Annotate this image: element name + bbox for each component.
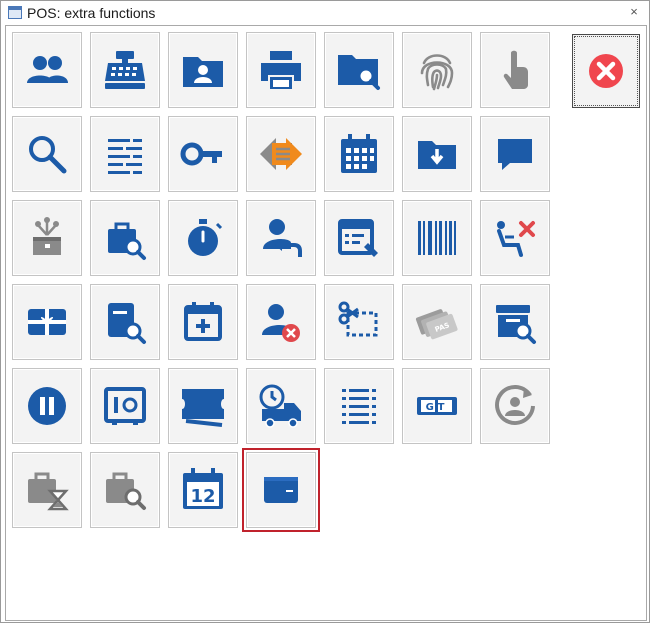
calendar-day-label: 12	[190, 486, 215, 507]
window-title: POS: extra functions	[27, 5, 156, 21]
safe-button[interactable]	[90, 368, 160, 444]
title-bar: POS: extra functions ×	[1, 1, 649, 25]
bag-search-gray-button[interactable]	[90, 452, 160, 528]
printer-icon	[261, 51, 301, 89]
pos-extra-functions-window: POS: extra functions × PAS GT 12	[0, 0, 650, 623]
key-button[interactable]	[168, 116, 238, 192]
archive-search-button[interactable]	[480, 284, 550, 360]
archive-search-icon	[496, 305, 536, 344]
stopwatch-icon	[188, 219, 223, 256]
close-circle-icon	[589, 54, 623, 88]
cash-register-button[interactable]	[90, 32, 160, 108]
user-refresh-icon	[495, 385, 535, 425]
user-remove-button[interactable]	[246, 284, 316, 360]
bag-hourglass-icon	[28, 472, 69, 511]
pause-button[interactable]	[12, 368, 82, 444]
safe-icon	[104, 387, 146, 425]
pause-icon	[28, 387, 66, 425]
calendar-add-icon	[184, 302, 222, 341]
exit-button[interactable]	[572, 34, 640, 108]
functions-panel: PAS GT 12	[5, 25, 647, 621]
delivery-truck-button[interactable]	[246, 368, 316, 444]
search-button[interactable]	[12, 116, 82, 192]
calendar-day-icon: 12	[183, 468, 223, 509]
barcode-button[interactable]	[402, 200, 472, 276]
seat-cancel-button[interactable]	[480, 200, 550, 276]
exchange-arrows-button[interactable]	[246, 116, 316, 192]
customer-folder-button[interactable]	[168, 32, 238, 108]
gift-card-button[interactable]	[12, 284, 82, 360]
wallet-button[interactable]	[242, 448, 320, 532]
ticket-icon	[182, 389, 224, 427]
message-button[interactable]	[480, 116, 550, 192]
folder-search-icon	[338, 55, 380, 90]
folder-download-icon	[418, 141, 456, 169]
document-search-button[interactable]	[90, 284, 160, 360]
form-edit-icon	[338, 219, 378, 257]
users-icon	[27, 56, 68, 83]
touch-hand-button[interactable]	[480, 32, 550, 108]
gt-logo-icon: GT	[417, 397, 457, 415]
checklist-button[interactable]	[324, 368, 394, 444]
stopwatch-button[interactable]	[168, 200, 238, 276]
bag-search-icon	[108, 222, 146, 260]
user-refresh-button[interactable]	[480, 368, 550, 444]
touch-hand-icon	[503, 50, 528, 89]
loyalty-cards-button[interactable]: PAS	[402, 284, 472, 360]
barcode-icon	[418, 221, 456, 255]
bag-search-gray-icon	[106, 472, 146, 510]
key-icon	[180, 142, 222, 166]
calendar-day-button[interactable]: 12	[168, 452, 238, 528]
gt-logo-button[interactable]: GT	[402, 368, 472, 444]
user-return-button[interactable]	[246, 200, 316, 276]
folder-search-button[interactable]	[324, 32, 394, 108]
ticket-button[interactable]	[168, 368, 238, 444]
bag-search-button[interactable]	[90, 200, 160, 276]
loyalty-cards-icon: PAS	[415, 309, 458, 340]
wallet-icon	[264, 477, 298, 503]
list-icon	[108, 139, 142, 174]
user-remove-icon	[262, 304, 300, 342]
folder-download-button[interactable]	[402, 116, 472, 192]
gift-box-button[interactable]	[12, 200, 82, 276]
fingerprint-button[interactable]	[402, 32, 472, 108]
calendar-button[interactable]	[324, 116, 394, 192]
cash-register-icon	[105, 51, 145, 89]
calendar-add-button[interactable]	[168, 284, 238, 360]
document-search-icon	[108, 303, 146, 344]
printer-button[interactable]	[246, 32, 316, 108]
bag-hourglass-button[interactable]	[12, 452, 82, 528]
message-icon	[498, 139, 532, 170]
cut-coupon-icon	[338, 301, 378, 337]
exchange-arrows-icon	[260, 138, 302, 170]
delivery-truck-icon	[259, 384, 301, 428]
users-button[interactable]	[12, 32, 82, 108]
gt-logo-label: GT	[426, 402, 449, 413]
seat-cancel-icon	[497, 221, 535, 257]
form-edit-button[interactable]	[324, 200, 394, 276]
window-icon	[8, 6, 22, 19]
gift-card-icon	[28, 309, 66, 335]
calendar-icon	[341, 134, 377, 173]
fingerprint-icon	[420, 54, 454, 91]
customer-folder-icon	[183, 57, 223, 87]
list-button[interactable]	[90, 116, 160, 192]
checklist-icon	[342, 389, 376, 424]
gift-box-icon	[33, 217, 61, 255]
user-return-icon	[263, 219, 302, 257]
cut-coupon-button[interactable]	[324, 284, 394, 360]
close-window-button[interactable]: ×	[627, 4, 641, 20]
search-icon	[29, 136, 67, 174]
